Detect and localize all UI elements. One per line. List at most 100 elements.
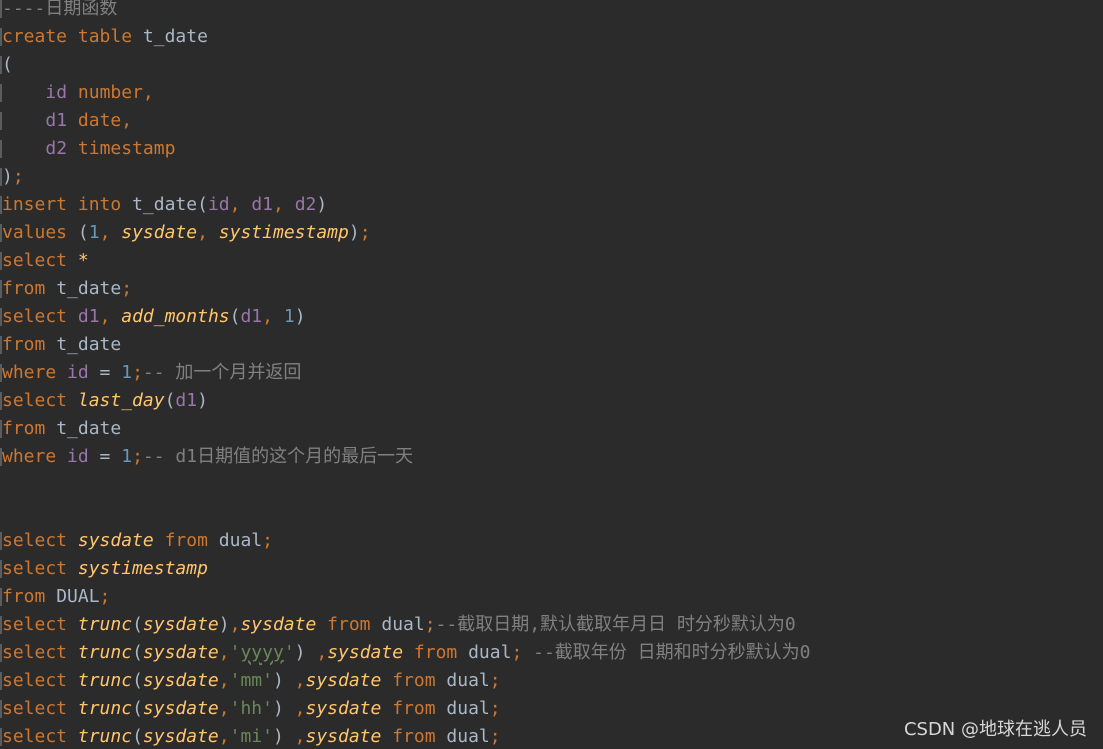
- code-token: ): [272, 726, 295, 747]
- code-token: number,: [77, 82, 154, 103]
- code-token: add_months: [121, 306, 230, 327]
- gutter-marker: [0, 392, 2, 410]
- code-token: select: [2, 390, 68, 411]
- code-token: ,: [316, 642, 328, 663]
- code-token: t_date: [132, 26, 208, 47]
- gutter-marker: [0, 616, 2, 634]
- csdn-watermark: CSDN @地球在逃人员: [903, 719, 1087, 740]
- code-token: ,: [218, 642, 230, 663]
- code-token: dual: [435, 726, 490, 747]
- code-token: ;: [511, 642, 523, 663]
- gutter-marker: [0, 84, 2, 102]
- code-token: sysdate: [142, 698, 219, 719]
- code-token: dual: [207, 530, 263, 551]
- code-line[interactable]: select trunc(sysdate,'mm') ,sysdate from…: [0, 667, 501, 695]
- code-line[interactable]: select systimestamp: [0, 555, 208, 583]
- gutter-marker: [0, 364, 2, 382]
- code-token: from: [413, 642, 458, 663]
- code-token: into: [77, 194, 122, 215]
- code-token: 1: [121, 362, 133, 383]
- code-token: select: [2, 670, 68, 691]
- code-token: sysdate: [305, 670, 382, 691]
- code-line[interactable]: from DUAL;: [0, 583, 110, 611]
- gutter-marker: [0, 224, 2, 242]
- code-token: insert: [2, 194, 68, 215]
- gutter-marker: [0, 644, 2, 662]
- code-line[interactable]: d2 timestamp: [0, 135, 175, 163]
- code-token: select: [2, 642, 68, 663]
- code-line[interactable]: select *: [0, 247, 89, 275]
- code-token: ;: [489, 698, 501, 719]
- code-token: 'mi': [229, 726, 273, 747]
- code-token: from: [2, 278, 46, 299]
- code-line[interactable]: select d1, add_months(d1, 1): [0, 303, 306, 331]
- code-token: (: [132, 726, 143, 747]
- code-token: (: [67, 222, 89, 243]
- code-token: trunc: [77, 614, 133, 635]
- code-token: dual: [435, 698, 490, 719]
- code-token: select: [2, 726, 68, 747]
- code-line[interactable]: );: [0, 163, 24, 191]
- code-token: ;: [262, 530, 273, 551]
- code-line[interactable]: [0, 499, 2, 527]
- code-token: trunc: [77, 670, 133, 691]
- code-line[interactable]: select trunc(sysdate,'yyyy') ,sysdate fr…: [0, 639, 810, 667]
- gutter-marker: [0, 0, 2, 18]
- gutter-marker: [0, 56, 2, 74]
- code-line[interactable]: create table t_date: [0, 23, 208, 51]
- code-token: ): [2, 166, 13, 187]
- code-token: where: [2, 362, 57, 383]
- code-token: timestamp: [77, 138, 176, 159]
- code-token: sysdate: [121, 222, 198, 243]
- code-token: last_day: [77, 390, 165, 411]
- code-line[interactable]: select trunc(sysdate,'mi') ,sysdate from…: [0, 723, 501, 749]
- code-line[interactable]: select trunc(sysdate,'hh') ,sysdate from…: [0, 695, 501, 723]
- code-line[interactable]: id number,: [0, 79, 154, 107]
- code-line[interactable]: (: [0, 51, 13, 79]
- code-token: d1: [251, 194, 273, 215]
- code-line[interactable]: insert into t_date(id, d1, d2): [0, 191, 327, 219]
- code-line[interactable]: select trunc(sysdate),sysdate from dual;…: [0, 611, 796, 639]
- code-line[interactable]: select sysdate from dual;: [0, 527, 273, 555]
- code-token: ): [272, 670, 295, 691]
- code-editor[interactable]: ----日期函数 create table t_date( id number, …: [0, 0, 1103, 749]
- code-line[interactable]: where id = 1;-- 加一个月并返回: [0, 359, 301, 387]
- code-token: -- d1日期值的这个月的最后一天: [142, 446, 414, 467]
- code-line[interactable]: values (1, sysdate, systimestamp);: [0, 219, 371, 247]
- code-token: ,: [99, 306, 122, 327]
- code-token: from: [392, 670, 436, 691]
- code-line[interactable]: ----日期函数: [0, 0, 117, 23]
- code-token: from: [327, 614, 371, 635]
- code-token: where: [2, 446, 57, 467]
- code-token: ;: [489, 726, 501, 747]
- code-token: ,: [229, 614, 241, 635]
- code-token: ,: [218, 670, 230, 691]
- code-line[interactable]: from t_date;: [0, 275, 132, 303]
- code-line[interactable]: from t_date: [0, 331, 121, 359]
- code-token: select: [2, 558, 68, 579]
- code-line[interactable]: where id = 1;-- d1日期值的这个月的最后一天: [0, 443, 413, 471]
- gutter-marker: [0, 252, 2, 270]
- code-token: from: [2, 586, 46, 607]
- code-token: sysdate: [305, 698, 382, 719]
- code-token: 'hh': [229, 698, 273, 719]
- code-line[interactable]: select last_day(d1): [0, 387, 208, 415]
- code-line[interactable]: [0, 471, 2, 499]
- code-line[interactable]: from t_date: [0, 415, 121, 443]
- code-token: ----日期函数: [2, 0, 118, 19]
- code-line[interactable]: d1 date,: [0, 107, 132, 135]
- code-token: trunc: [77, 642, 133, 663]
- code-token: -- 加一个月并返回: [142, 362, 302, 383]
- code-token: d2: [294, 194, 317, 215]
- code-token: d1: [175, 390, 198, 411]
